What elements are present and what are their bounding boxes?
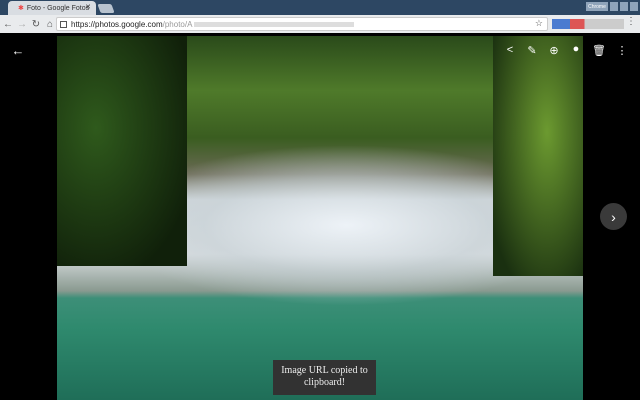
foliage-right: [493, 36, 583, 276]
title-bar: ✱ Foto - Google Fotos ✕ Chrome: [0, 0, 640, 15]
browser-tab[interactable]: ✱ Foto - Google Fotos ✕: [8, 1, 96, 15]
page-info-icon[interactable]: [60, 21, 67, 28]
user-profile-button[interactable]: Chrome: [586, 2, 608, 11]
url-redacted: [194, 21, 355, 27]
toast-message: Image URL copied to clipboard!: [281, 365, 368, 388]
toast-notification: Image URL copied to clipboard!: [273, 360, 376, 395]
zoom-icon[interactable]: ⊕: [547, 44, 561, 57]
delete-icon[interactable]: 🗑: [592, 44, 606, 57]
tab-title: Foto - Google Fotos: [26, 4, 90, 12]
browser-toolbar: ← → ↻ ⌂ https://photos.google.com/photo/…: [0, 15, 640, 33]
close-window-button[interactable]: [630, 2, 638, 11]
waterfall-photo: [57, 36, 583, 400]
close-tab-icon[interactable]: ✕: [85, 3, 91, 11]
chrome-menu-icon[interactable]: ⋮: [626, 16, 636, 27]
bookmark-star-icon[interactable]: ☆: [535, 18, 543, 29]
address-bar[interactable]: https://photos.google.com/photo/A ☆: [56, 17, 548, 31]
reload-icon[interactable]: ↻: [30, 19, 42, 30]
url-path: /photo/A: [162, 19, 193, 29]
extensions-area[interactable]: [552, 19, 624, 29]
back-arrow-icon[interactable]: ←: [11, 43, 25, 58]
url-host: https://photos.google.com: [71, 19, 163, 29]
google-photos-favicon-icon: ✱: [18, 5, 24, 12]
minimize-button[interactable]: [610, 2, 618, 11]
edit-icon[interactable]: ✎: [525, 44, 539, 57]
more-options-icon[interactable]: ⋮: [615, 44, 629, 57]
back-icon[interactable]: ←: [2, 19, 14, 30]
next-photo-button[interactable]: ›: [600, 203, 627, 230]
home-icon[interactable]: ⌂: [44, 19, 56, 30]
maximize-button[interactable]: [620, 2, 628, 11]
new-tab-button[interactable]: [97, 4, 115, 13]
foliage-left: [57, 36, 187, 266]
info-icon[interactable]: ●: [569, 43, 583, 55]
share-icon[interactable]: <: [503, 44, 517, 56]
chevron-right-icon: ›: [611, 208, 616, 225]
forward-icon[interactable]: →: [16, 19, 28, 30]
